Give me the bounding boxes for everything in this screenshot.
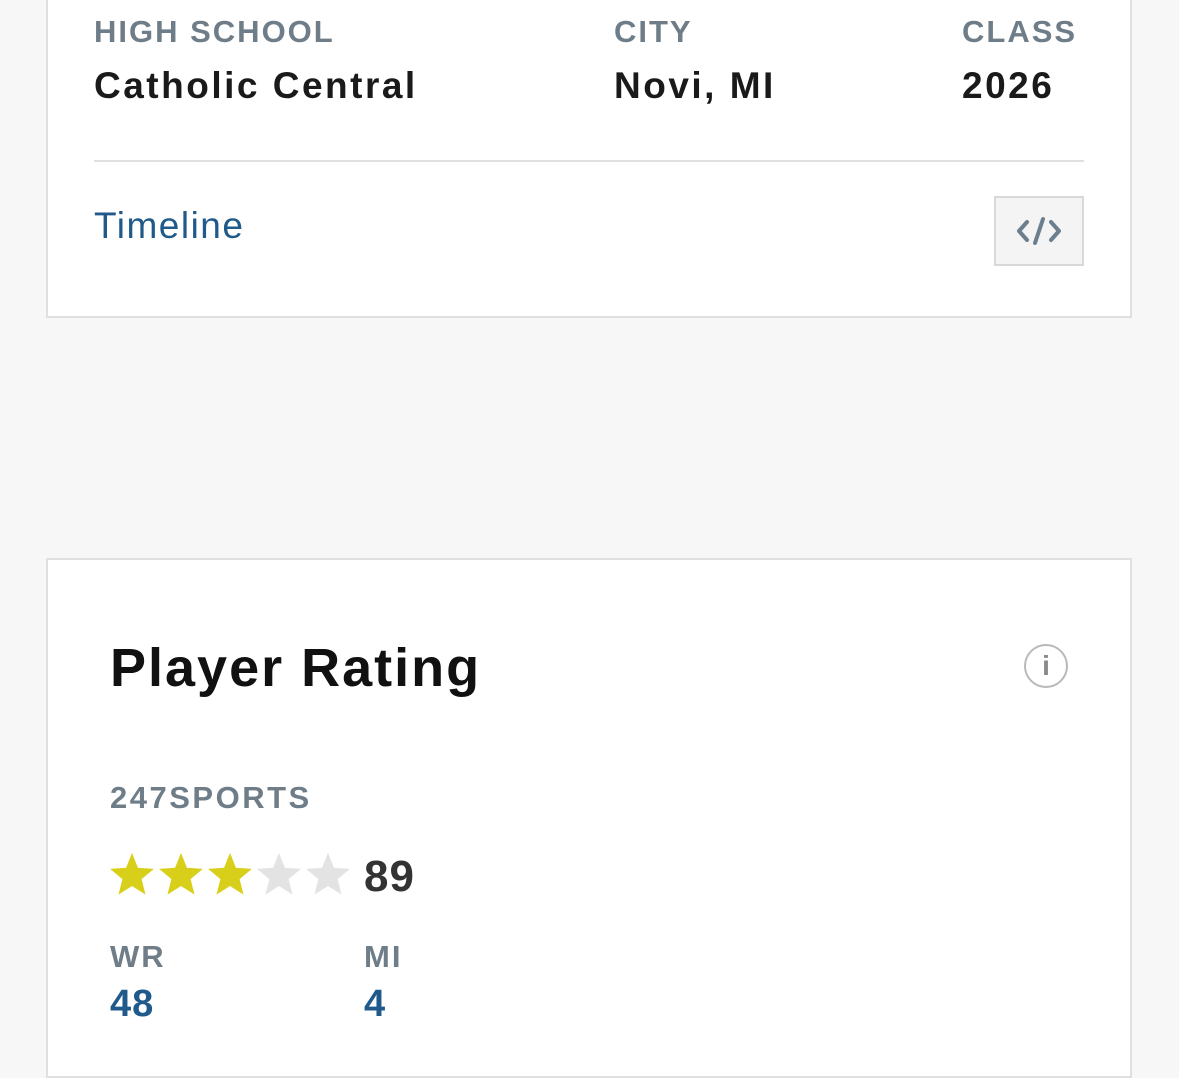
position-rank-value[interactable]: 48 (110, 982, 166, 1026)
state-rank-value[interactable]: 4 (364, 982, 402, 1026)
section-divider (94, 160, 1084, 162)
position-rank-label: WR (110, 939, 166, 974)
class-label: CLASS (962, 14, 1078, 49)
city-label: CITY (614, 14, 693, 49)
player-rating-card: Player Rating i 247SPORTS 89 WR 48 MI 4 (46, 558, 1132, 1078)
code-embed-icon (1017, 217, 1061, 245)
star-filled-icon (159, 852, 203, 895)
star-rating (108, 850, 353, 900)
star-empty-icon (306, 852, 350, 895)
rating-score: 89 (364, 852, 415, 901)
city-value: Novi, MI (614, 65, 776, 106)
star-filled-icon (208, 852, 252, 895)
high-school-value: Catholic Central (94, 65, 418, 106)
info-icon: i (1042, 650, 1050, 681)
high-school-label: HIGH SCHOOL (94, 14, 335, 49)
star-empty-icon (257, 852, 301, 895)
timeline-link[interactable]: Timeline (94, 204, 244, 248)
rating-source-label: 247SPORTS (110, 780, 312, 815)
class-value: 2026 (962, 65, 1055, 106)
profile-info-card: HIGH SCHOOL Catholic Central CITY Novi, … (46, 0, 1132, 318)
position-rank-block: WR 48 (110, 938, 166, 1026)
player-rating-title: Player Rating (110, 638, 482, 698)
class-block: CLASS 2026 (962, 12, 1077, 108)
high-school-block: HIGH SCHOOL Catholic Central (94, 12, 418, 108)
info-button[interactable]: i (1024, 644, 1068, 688)
embed-button[interactable] (994, 196, 1084, 266)
state-rank-block: MI 4 (364, 938, 402, 1026)
star-filled-icon (110, 852, 154, 895)
city-block: CITY Novi, MI (614, 12, 776, 108)
state-rank-label: MI (364, 939, 403, 974)
